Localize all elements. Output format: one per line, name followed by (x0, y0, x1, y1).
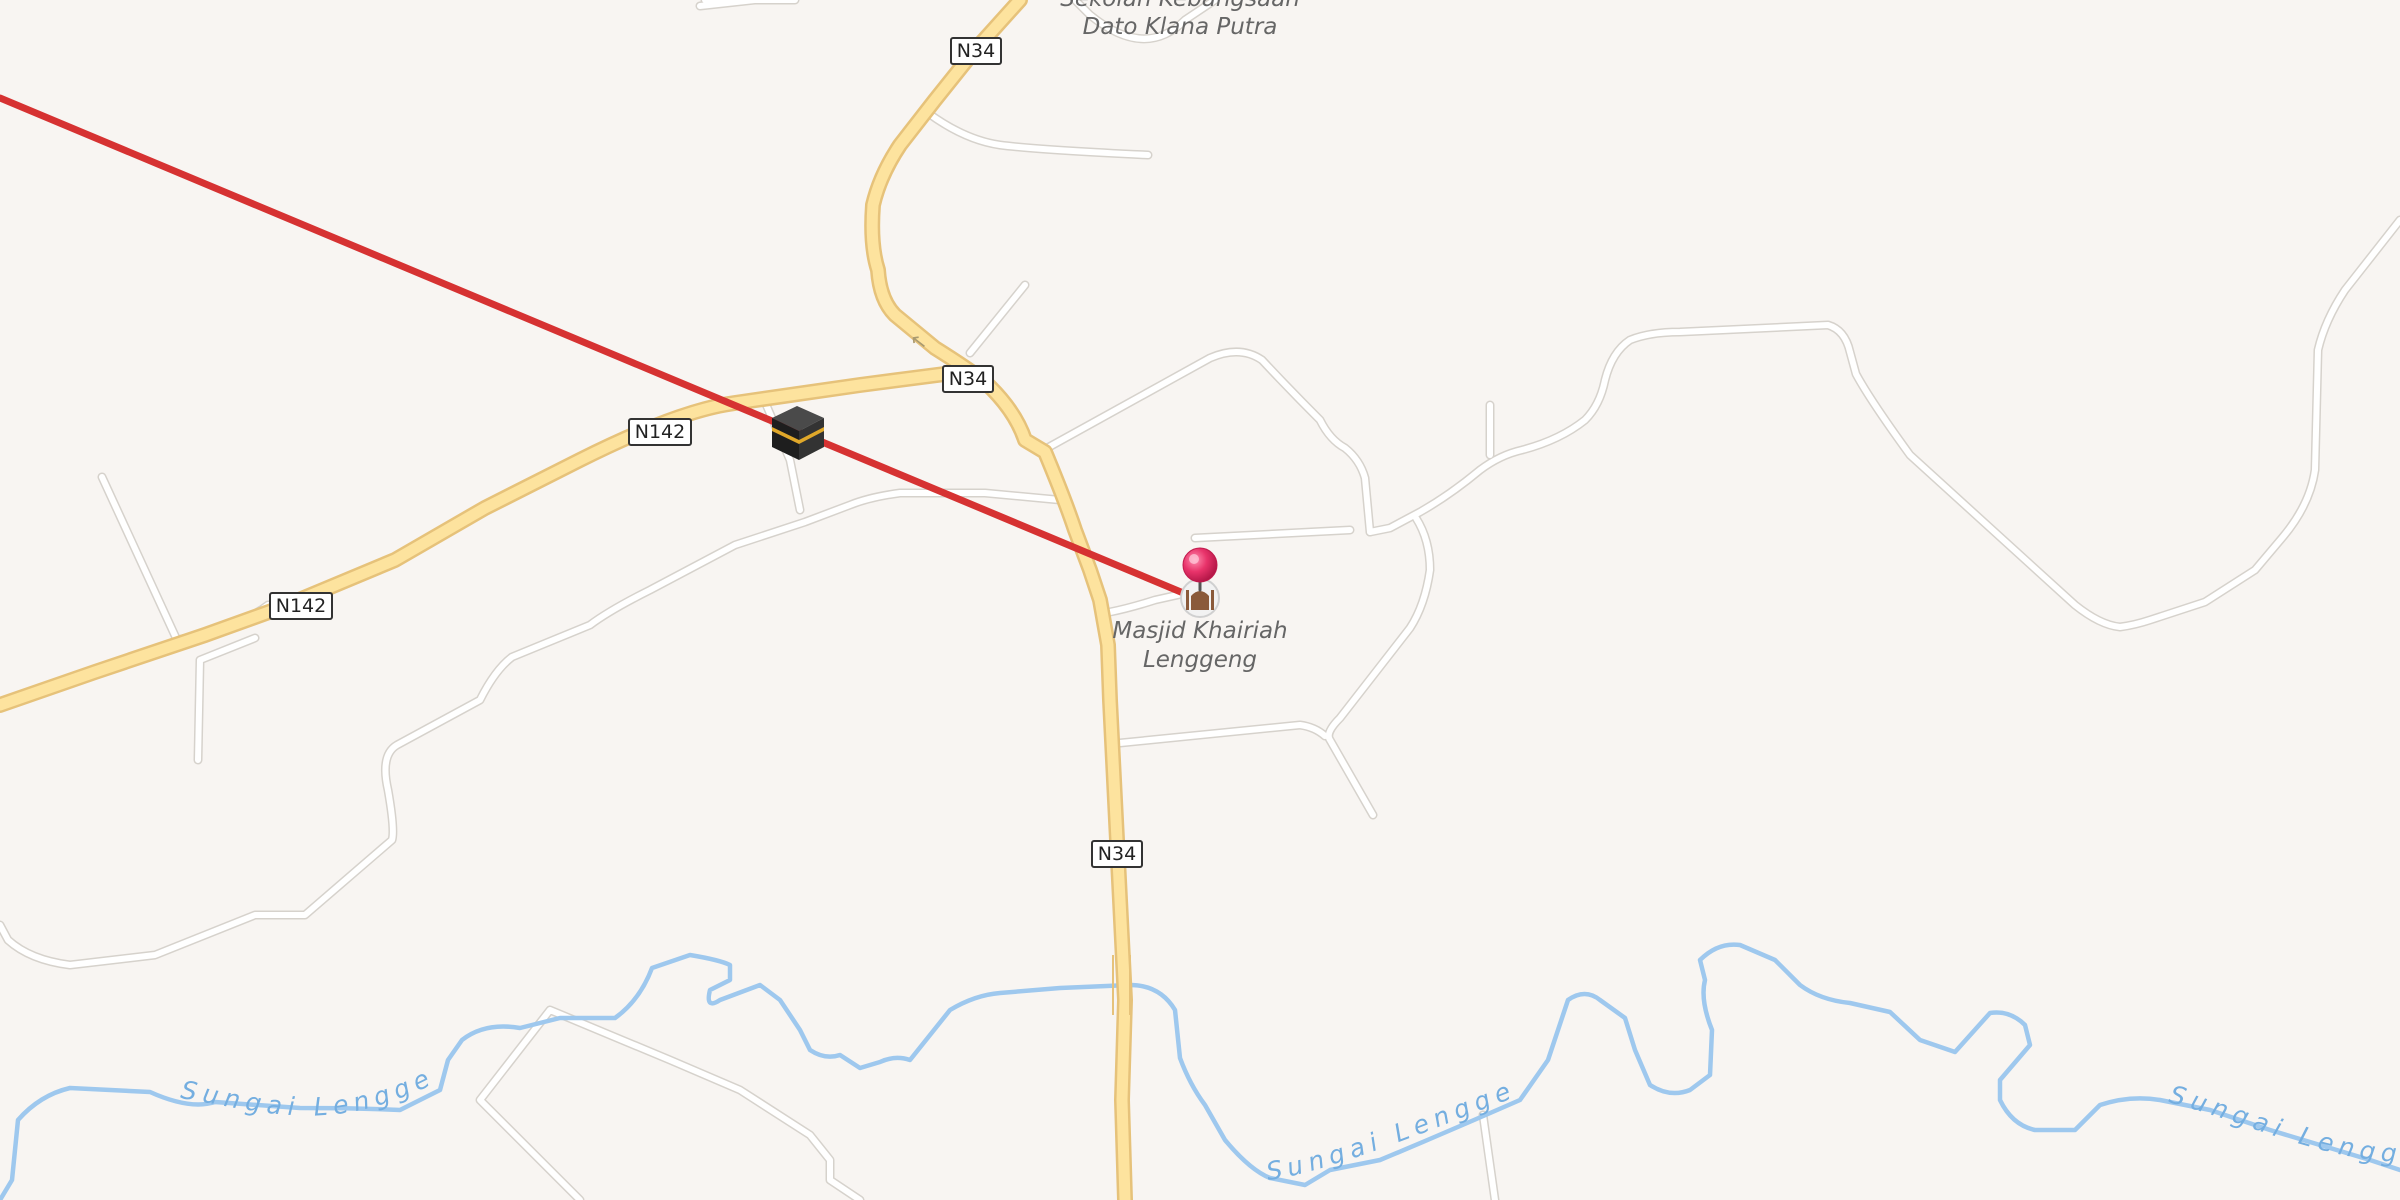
kaaba-icon[interactable] (772, 406, 824, 460)
road-shield-n142-lower: N142 (269, 592, 333, 620)
mosque-poi[interactable]: Masjid Khairiah Lenggeng (1112, 578, 1288, 673)
school-name-line2: Dato Klana Putra (1083, 14, 1278, 40)
road-shield-n34-top: N34 (950, 37, 1002, 65)
mosque-icon-shape (1191, 591, 1209, 610)
road-shield-label: N142 (635, 421, 685, 443)
qibla-direction-line (0, 94, 1204, 604)
mosque-name-line1: Masjid Khairiah (1112, 618, 1287, 644)
road-shield-n34-bottom: N34 (1091, 840, 1143, 868)
road-shield-label: N34 (957, 40, 995, 62)
river-sungai-lenggeng (0, 942, 2400, 1200)
map-canvas[interactable]: Sungai Lenggeng Sungai Lenggeng Sungai L… (0, 0, 2400, 1200)
road-shield-label: N142 (276, 595, 326, 617)
school-name-line1: Sekolah Kebangsaan (1060, 0, 1300, 12)
mosque-name-line2: Lenggeng (1143, 647, 1257, 673)
road-shield-n34-mid: N34 (942, 365, 994, 393)
school-label[interactable]: Sekolah Kebangsaan Dato Klana Putra (1060, 0, 1300, 40)
road-shield-label: N34 (1098, 843, 1136, 865)
river-label-center: Sungai Lenggeng (0, 0, 1520, 1186)
road-shield-n142-upper: N142 (628, 418, 692, 446)
road-shield-label: N34 (949, 368, 987, 390)
